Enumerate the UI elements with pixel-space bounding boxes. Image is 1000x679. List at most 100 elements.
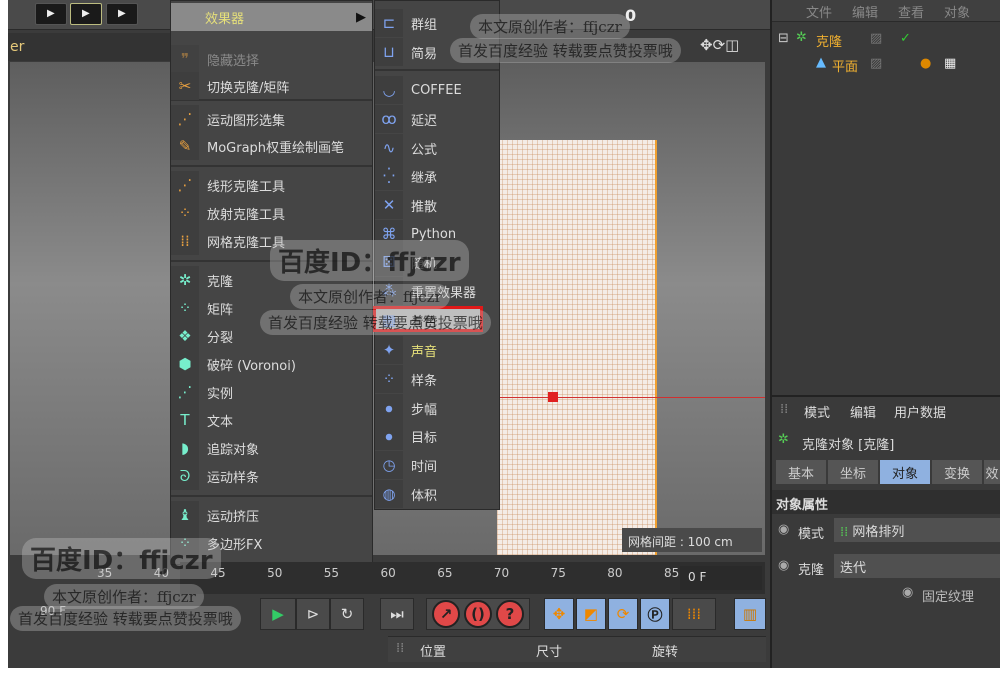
submenu-item[interactable]: ⁛ 继承 bbox=[375, 162, 499, 190]
menu-item[interactable]: ❞ 隐藏选择 bbox=[171, 45, 372, 73]
mode-dropdown[interactable]: ⁞⁞ 网格排列 bbox=[834, 518, 1000, 542]
texture-tag-icon[interactable]: ▦ bbox=[944, 56, 956, 71]
watermark: 首发百度经验 转载要点赞投票哦 bbox=[260, 310, 491, 335]
plane-object[interactable] bbox=[497, 140, 657, 555]
menu-item-effector[interactable]: 效果器 ▶ bbox=[171, 3, 372, 31]
move-key-icon[interactable]: ✥ bbox=[544, 598, 574, 630]
attr-menu-edit[interactable]: 编辑 bbox=[850, 402, 876, 421]
effector-icon: ✕ bbox=[375, 191, 403, 219]
extrude-icon: ♝ bbox=[171, 501, 199, 529]
tab-transform[interactable]: 变换 bbox=[932, 460, 982, 484]
submenu-item-label: 简易 bbox=[411, 46, 438, 62]
timeline-tick: 65 bbox=[437, 566, 453, 580]
submenu-item-label: 步幅 bbox=[411, 402, 438, 418]
effector-icon: ◷ bbox=[375, 451, 403, 479]
object-row-cloner[interactable]: ⊟ ✲ 克隆 ▨ ✓ bbox=[772, 28, 1000, 53]
clone-radio[interactable]: ◉ bbox=[778, 558, 789, 573]
mograph-menu: 效果器 ▶ ❞ 隐藏选择 ✂ 切换克隆/矩阵 ⋰ 运动图形选集 ✎ MoGraph权重绘制画笔 ⋰… bbox=[170, 0, 373, 565]
radial-clone-icon: ⁘ bbox=[171, 199, 199, 227]
current-frame-field[interactable]: 0 F bbox=[680, 566, 762, 590]
menu-item[interactable]: ⋰ 运动图形选集 bbox=[171, 105, 372, 133]
toggle-clone-icon: ✂ bbox=[171, 72, 199, 100]
submenu-item-label: 推散 bbox=[411, 199, 438, 215]
grip-icon: ⁞⁞ bbox=[780, 402, 789, 417]
pla-key-icon[interactable]: ⁞⁞⁞ bbox=[672, 598, 716, 630]
menu-item[interactable]: T 文本 bbox=[171, 406, 372, 434]
submenu-item[interactable]: ⦁ 目标 bbox=[375, 422, 499, 450]
submenu-item[interactable]: ◷ 时间 bbox=[375, 451, 499, 479]
record-key-icon[interactable]: ↗ bbox=[432, 600, 460, 628]
tree-expand-icon[interactable]: ⊟ bbox=[778, 31, 789, 46]
layer-icon[interactable]: ▨ bbox=[870, 56, 882, 71]
tab-coord[interactable]: 坐标 bbox=[828, 460, 878, 484]
submenu-item[interactable]: ∿ 公式 bbox=[375, 134, 499, 162]
effector-icon: ◍ bbox=[375, 480, 403, 508]
menu-item[interactable]: ✎ MoGraph权重绘制画笔 bbox=[171, 132, 372, 160]
play-button[interactable]: ▶ bbox=[260, 598, 296, 630]
submenu-item[interactable]: ✦ 声音 bbox=[375, 336, 499, 364]
object-row-plane[interactable]: ▲ 平面 ▨ ● ▦ bbox=[772, 53, 1000, 78]
layer-icon[interactable]: ▨ bbox=[870, 31, 882, 46]
submenu-item[interactable]: ⦁ 步幅 bbox=[375, 394, 499, 422]
rotate-key-icon[interactable]: ⟳ bbox=[608, 598, 638, 630]
om-menu-view[interactable]: 查看 bbox=[898, 2, 924, 21]
mode-radio[interactable]: ◉ bbox=[778, 522, 789, 537]
submenu-item[interactable]: ꝏ 延迟 bbox=[375, 105, 499, 133]
menu-item[interactable]: ⁘ 放射克隆工具 bbox=[171, 199, 372, 227]
submenu-item-label: 延迟 bbox=[411, 113, 438, 129]
submenu-item[interactable]: ✕ 推散 bbox=[375, 191, 499, 219]
watermark: 首发百度经验 转载要点赞投票哦 bbox=[10, 606, 241, 631]
next-frame-button[interactable]: ⊳ bbox=[296, 598, 330, 630]
submenu-item[interactable]: ◡ COFFEE bbox=[375, 76, 499, 104]
menu-item[interactable]: ⬢ 破碎 (Voronoi) bbox=[171, 350, 372, 378]
render-settings-icon[interactable] bbox=[106, 3, 138, 25]
menu-item[interactable]: ᘐ 运动样条 bbox=[171, 462, 372, 490]
attr-menu-userdata[interactable]: 用户数据 bbox=[894, 402, 946, 421]
coord-size: 尺寸 bbox=[536, 645, 563, 660]
timeline-icon[interactable]: ▥ bbox=[734, 598, 766, 630]
menu-item-label: 隐藏选择 bbox=[207, 53, 260, 69]
effector-icon: ⊔ bbox=[375, 38, 403, 66]
om-menu-file[interactable]: 文件 bbox=[806, 2, 832, 21]
auto-key-icon[interactable]: () bbox=[464, 600, 492, 628]
submenu-item-label: 声音 bbox=[411, 344, 438, 360]
menu-item[interactable]: ✂ 切换克隆/矩阵 bbox=[171, 72, 372, 100]
tracer-icon: ◗ bbox=[171, 434, 199, 462]
object-name[interactable]: 平面 bbox=[832, 56, 858, 75]
tab-effectors[interactable]: 效 bbox=[984, 460, 1000, 484]
mode-value: 网格排列 bbox=[852, 525, 905, 540]
axis-handle[interactable] bbox=[548, 392, 558, 402]
param-key-icon[interactable]: Ⓟ bbox=[640, 598, 670, 630]
submenu-item-label: 继承 bbox=[411, 170, 438, 186]
om-menu-object[interactable]: 对象 bbox=[944, 2, 970, 21]
menu-item[interactable]: ◗ 追踪对象 bbox=[171, 434, 372, 462]
menu-item[interactable]: ⋰ 线形克隆工具 bbox=[171, 171, 372, 199]
menu-item[interactable]: ⋰ 实例 bbox=[171, 378, 372, 406]
fix-texture-radio[interactable]: ◉ bbox=[902, 585, 913, 600]
effector-icon: ꝏ bbox=[375, 105, 403, 133]
submenu-item-label: 体积 bbox=[411, 488, 438, 504]
attr-menu-mode[interactable]: 模式 bbox=[804, 402, 830, 421]
tab-basic[interactable]: 基本 bbox=[776, 460, 826, 484]
viewport-nav-icons[interactable]: ✥⟳◫ bbox=[700, 36, 739, 54]
render-view-icon[interactable] bbox=[35, 3, 67, 25]
grid-clone-icon: ⁞⁞ bbox=[171, 227, 199, 255]
loop-button[interactable]: ↻ bbox=[330, 598, 364, 630]
clone-dropdown[interactable]: 迭代 bbox=[834, 554, 1000, 578]
menu-item[interactable]: ♝ 运动挤压 bbox=[171, 501, 372, 529]
keyframe-selection-icon[interactable]: ? bbox=[496, 600, 524, 628]
tab-object[interactable]: 对象 bbox=[880, 460, 930, 484]
object-name[interactable]: 克隆 bbox=[816, 31, 842, 50]
watermark: 本文原创作者：ffjczr bbox=[290, 284, 450, 309]
coord-position: 位置 bbox=[420, 645, 447, 660]
goto-end-button[interactable]: ⏭ bbox=[380, 598, 414, 630]
scale-key-icon[interactable]: ◩ bbox=[576, 598, 606, 630]
om-menu-edit[interactable]: 编辑 bbox=[852, 2, 878, 21]
tag-icon[interactable]: ● bbox=[920, 56, 931, 71]
menu-item-label: 文本 bbox=[207, 414, 234, 430]
submenu-item[interactable]: ⁘ 样条 bbox=[375, 365, 499, 393]
submenu-item[interactable]: ◍ 体积 bbox=[375, 480, 499, 508]
enabled-check-icon[interactable]: ✓ bbox=[900, 31, 911, 46]
menu-item-label: 运动挤压 bbox=[207, 509, 260, 525]
render-picture-viewer-icon[interactable] bbox=[70, 3, 102, 25]
